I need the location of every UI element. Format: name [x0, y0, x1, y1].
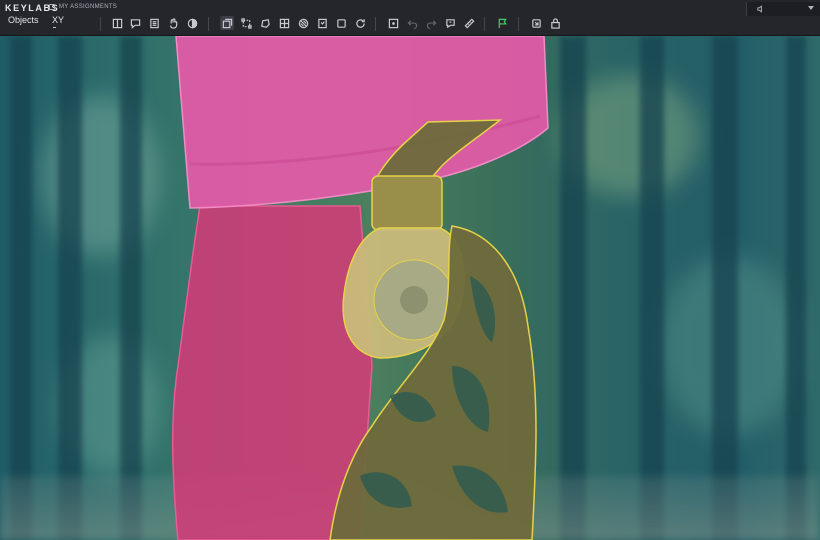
toolbar-separator — [100, 17, 101, 31]
toolbar-separator — [484, 17, 485, 31]
new-object-icon — [112, 18, 122, 28]
prosthesis-pylon-mask — [371, 175, 443, 231]
list-icon — [149, 18, 159, 28]
comment-icon — [130, 18, 140, 29]
volume-icon — [757, 5, 762, 13]
crosshair-button[interactable] — [386, 16, 400, 30]
toolbar-separator — [518, 17, 519, 31]
mask-icon — [279, 18, 289, 28]
annotation-overlay — [172, 36, 549, 540]
copy-icon — [222, 18, 232, 28]
ruler-icon — [464, 18, 474, 28]
texture-icon — [298, 18, 308, 28]
contrast-button[interactable] — [185, 16, 199, 30]
chevron-down-icon — [808, 6, 814, 10]
new-object-button[interactable] — [110, 16, 124, 30]
prosthesis-knee-hub — [400, 286, 428, 314]
hand-button[interactable] — [166, 16, 180, 30]
rotate-icon — [355, 18, 365, 28]
comment-button[interactable] — [128, 16, 142, 30]
xy-value-dash — [53, 27, 56, 28]
ai-assist-button[interactable] — [443, 16, 457, 30]
export-icon — [531, 18, 541, 28]
undo-button[interactable] — [405, 16, 419, 30]
ruler-button[interactable] — [462, 16, 476, 30]
lock-button[interactable] — [548, 16, 562, 30]
assignments-icon — [49, 4, 55, 10]
my-assignments-link[interactable]: MY ASSIGNMENTS — [49, 4, 117, 10]
annotation-app: KEYLABS MY ASSIGNMENTS Objects XY — [0, 0, 820, 540]
my-assignments-label: MY ASSIGNMENTS — [59, 4, 118, 10]
list-button[interactable] — [147, 16, 161, 30]
crosshair-icon — [388, 18, 398, 28]
mask-tool[interactable] — [277, 16, 291, 30]
export-button[interactable] — [529, 16, 543, 30]
ai-icon — [445, 18, 455, 28]
undo-icon — [407, 19, 417, 29]
polygon-tool[interactable] — [258, 16, 272, 30]
square-icon — [336, 18, 346, 28]
redo-icon — [426, 19, 436, 29]
contrast-icon — [187, 18, 197, 28]
flag-icon — [498, 18, 507, 28]
tag-icon — [317, 18, 327, 28]
copy-tool-button[interactable] — [220, 16, 234, 30]
toolbar-separator — [375, 17, 376, 31]
tab-xy[interactable]: XY — [52, 15, 64, 25]
toolbar-separator — [208, 17, 209, 31]
tag-tool[interactable] — [315, 16, 329, 30]
rotate-tool[interactable] — [353, 16, 367, 30]
square-tool[interactable] — [334, 16, 348, 30]
flag-button[interactable] — [495, 16, 509, 30]
hand-icon — [169, 17, 177, 29]
top-toolbar: KEYLABS MY ASSIGNMENTS Objects XY — [0, 0, 820, 36]
tab-objects[interactable]: Objects — [8, 15, 39, 25]
redo-button[interactable] — [424, 16, 438, 30]
polygon-icon — [260, 18, 270, 28]
image-canvas[interactable] — [0, 36, 820, 540]
bounding-box-tool[interactable] — [239, 16, 253, 30]
bounding-box-icon — [240, 17, 252, 29]
lock-icon — [550, 17, 560, 29]
texture-tool[interactable] — [296, 16, 310, 30]
volume-control[interactable] — [746, 2, 820, 16]
